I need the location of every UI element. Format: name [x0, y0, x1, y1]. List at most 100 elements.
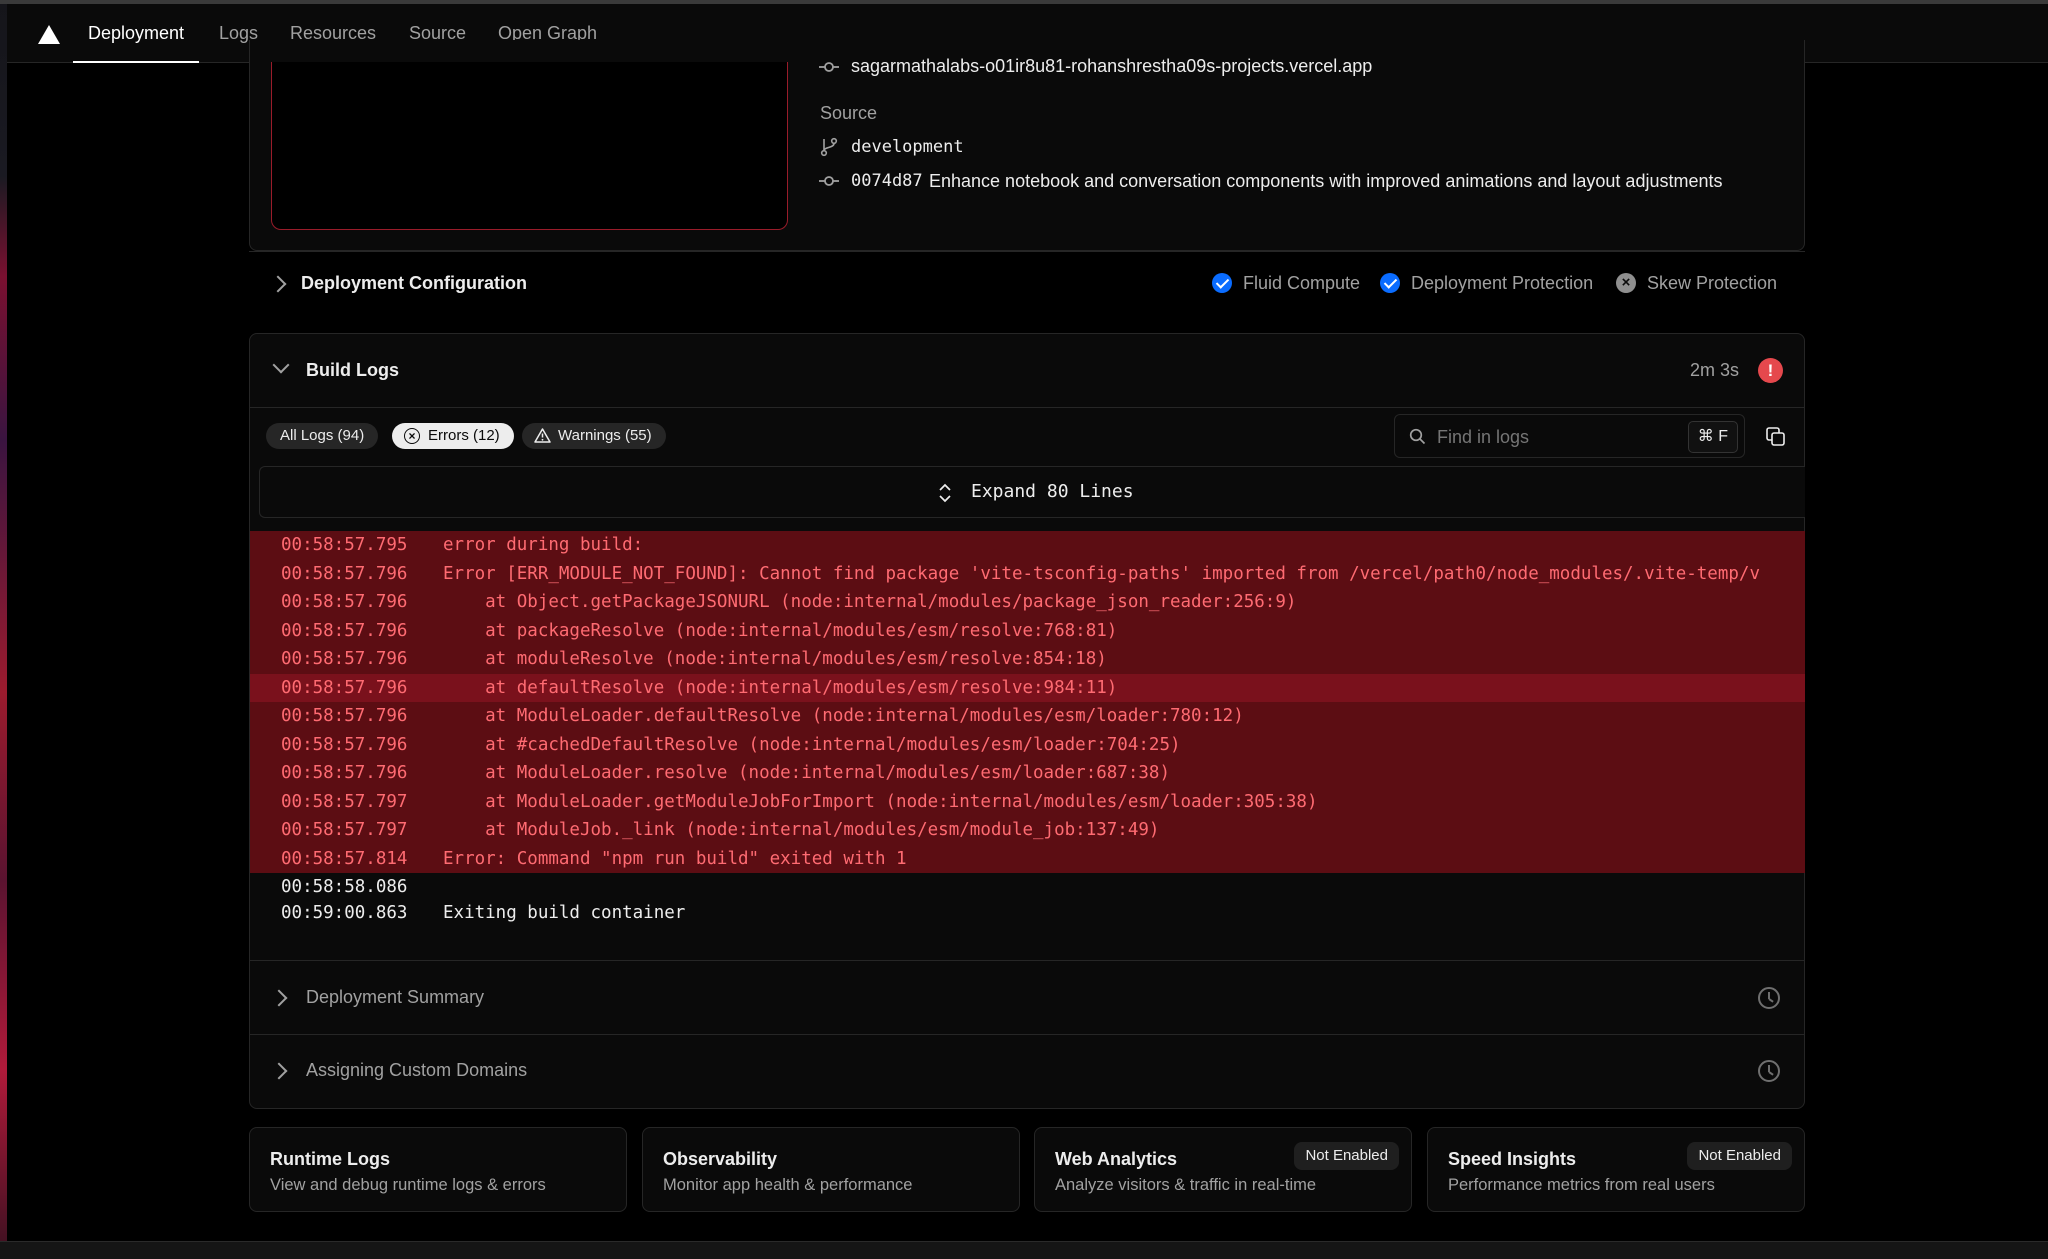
- log-message: at ModuleLoader.getModuleJobForImport (n…: [443, 791, 1318, 812]
- log-message: error during build:: [443, 535, 644, 555]
- runtime-logs-desc: View and debug runtime logs & errors: [270, 1176, 546, 1194]
- build-duration: 2m 3s: [1690, 360, 1740, 380]
- status-badge: Not Enabled: [1294, 1142, 1399, 1170]
- commit-icon: [819, 176, 839, 186]
- log-line[interactable]: 00:58:57.796 at Object.getPackageJSONURL…: [250, 588, 1805, 617]
- log-timestamp: 00:58:57.796: [281, 677, 408, 698]
- log-message: at ModuleLoader.resolve (node:internal/m…: [443, 763, 1170, 783]
- log-line[interactable]: 00:58:57.796 at packageResolve (node:int…: [250, 616, 1805, 645]
- log-message: at Object.getPackageJSONURL (node:intern…: [443, 592, 1297, 612]
- log-message: Error: Command "npm run build" exited wi…: [443, 848, 907, 869]
- log-message: Exiting build container: [443, 903, 686, 923]
- log-line[interactable]: 00:58:57.814 Error: Command "npm run buil…: [250, 844, 1805, 873]
- log-line[interactable]: 00:58:57.796 at moduleResolve (node:inte…: [250, 645, 1805, 674]
- log-timestamp: 00:58:57.796: [281, 734, 408, 755]
- commit-hash[interactable]: 0074d87: [851, 171, 923, 191]
- observability-desc: Monitor app health & performance: [663, 1176, 913, 1194]
- log-timestamp: 00:58:57.797: [281, 820, 408, 840]
- runtime-logs-card[interactable]: Runtime Logs View and debug runtime logs…: [249, 1127, 627, 1212]
- filter-warnings-label: Warnings (55): [558, 427, 652, 444]
- web-analytics-title: Web Analytics: [1055, 1149, 1178, 1169]
- log-line[interactable]: 00:58:57.796 Error [ERR_MODULE_NOT_FOUND]…: [250, 559, 1805, 588]
- log-message: at #cachedDefaultResolve (node:internal/…: [443, 734, 1181, 755]
- feature-deployment-protection: Deployment Protection: [1411, 273, 1594, 293]
- observability-card[interactable]: Observability Monitor app health & perfo…: [642, 1127, 1020, 1212]
- vercel-logo-icon[interactable]: [38, 25, 60, 44]
- assigning-custom-domains-title: Assigning Custom Domains: [306, 1060, 528, 1080]
- commit-icon: [819, 62, 839, 72]
- check-circle-icon: [1212, 273, 1232, 293]
- deployment-configuration-title[interactable]: Deployment Configuration: [301, 273, 527, 294]
- log-timestamp: 00:58:57.796: [281, 563, 408, 584]
- speed-insights-desc: Performance metrics from real users: [1448, 1176, 1715, 1194]
- clock-icon: [1758, 1060, 1780, 1082]
- deployment-summary-row[interactable]: Deployment Summary: [250, 961, 1804, 1034]
- check-circle-icon: [1380, 273, 1400, 293]
- log-message: at ModuleLoader.defaultResolve (node:int…: [443, 706, 1244, 726]
- web-analytics-card[interactable]: Web Analytics Analyze visitors & traffic…: [1034, 1127, 1412, 1212]
- filter-errors-label: Errors (12): [428, 427, 500, 444]
- log-line[interactable]: 00:58:57.797 at ModuleLoader.getModuleJo…: [250, 787, 1805, 816]
- x-circle-icon: ×: [1616, 273, 1636, 293]
- x-circle-icon: ×: [404, 428, 420, 444]
- build-log-output: 00:58:57.795 error during build: 00:58:57.…: [250, 531, 1805, 951]
- web-analytics-desc: Analyze visitors & traffic in real-time: [1055, 1176, 1317, 1194]
- git-branch-icon: [820, 137, 838, 157]
- expand-lines-button[interactable]: Expand 80 Lines: [259, 466, 1805, 518]
- assigning-custom-domains-row[interactable]: Assigning Custom Domains: [250, 1035, 1804, 1108]
- chevron-right-icon: [270, 989, 288, 1007]
- feature-fluid-compute: Fluid Compute: [1243, 273, 1361, 293]
- log-timestamp: 00:58:57.796: [281, 763, 408, 783]
- log-line[interactable]: 00:59:00.863 Exiting build container: [250, 899, 1805, 930]
- divider: [250, 407, 1804, 408]
- log-message: at defaultResolve (node:internal/modules…: [443, 677, 1118, 698]
- deployment-domain-link[interactable]: sagarmathalabs-o01ir8u81-rohanshrestha09…: [851, 56, 1372, 77]
- log-line[interactable]: 00:58:57.796 at #cachedDefaultResolve (n…: [250, 730, 1805, 759]
- log-message: Error [ERR_MODULE_NOT_FOUND]: Cannot fin…: [443, 563, 1760, 584]
- error-status-icon: !: [1758, 358, 1783, 383]
- log-line[interactable]: 00:58:57.797 at ModuleJob._link (node:in…: [250, 816, 1805, 845]
- status-badge: Not Enabled: [1687, 1142, 1792, 1170]
- search-icon: [1409, 428, 1426, 445]
- window-edge: [0, 0, 7, 1258]
- log-line[interactable]: 00:58:57.796 at defaultResolve (node:int…: [250, 673, 1805, 702]
- log-search-input[interactable]: [1435, 423, 1679, 451]
- log-timestamp: 00:58:57.796: [281, 592, 408, 612]
- build-logs-title[interactable]: Build Logs: [306, 360, 399, 381]
- log-timestamp: 00:59:00.863: [281, 903, 408, 923]
- log-timestamp: 00:58:57.795: [281, 535, 408, 555]
- tab-deployment[interactable]: Deployment: [72, 4, 200, 63]
- branch-name[interactable]: development: [851, 137, 964, 157]
- log-timestamp: 00:58:58.086: [281, 877, 408, 897]
- log-timestamp: 00:58:57.797: [281, 791, 408, 812]
- log-line[interactable]: 00:58:58.086: [250, 873, 1805, 899]
- log-timestamp: 00:58:57.814: [281, 848, 408, 869]
- expand-icon: [939, 483, 951, 503]
- log-timestamp: 00:58:57.796: [281, 649, 408, 669]
- feature-skew-protection: Skew Protection: [1647, 273, 1778, 293]
- window-bottom-bar: [0, 1241, 2048, 1259]
- log-timestamp: 00:58:57.796: [281, 706, 408, 726]
- filter-errors[interactable]: × Errors (12): [392, 423, 514, 449]
- log-line[interactable]: 00:58:57.795 error during build:: [250, 531, 1805, 560]
- clock-icon: [1758, 987, 1780, 1009]
- speed-insights-card[interactable]: Speed Insights Performance metrics from …: [1427, 1127, 1805, 1212]
- log-search-box[interactable]: ⌘ F: [1394, 414, 1745, 458]
- filter-all-logs[interactable]: All Logs (94): [266, 423, 379, 449]
- runtime-logs-title: Runtime Logs: [270, 1149, 390, 1169]
- chevron-right-icon: [270, 1062, 288, 1080]
- filter-warnings[interactable]: Warnings (55): [522, 423, 666, 449]
- source-heading: Source: [820, 103, 878, 123]
- log-line[interactable]: 00:58:57.796 at ModuleLoader.defaultReso…: [250, 702, 1805, 731]
- deployment-preview[interactable]: [271, 62, 788, 230]
- shortcut-hint: ⌘ F: [1687, 421, 1738, 453]
- log-message: at moduleResolve (node:internal/modules/…: [443, 649, 1107, 669]
- deployment-summary-title: Deployment Summary: [306, 987, 485, 1007]
- observability-title: Observability: [663, 1149, 778, 1169]
- warning-icon: [534, 428, 551, 443]
- log-message: at ModuleJob._link (node:internal/module…: [443, 820, 1160, 840]
- log-line[interactable]: 00:58:57.796 at ModuleLoader.resolve (no…: [250, 759, 1805, 788]
- speed-insights-title: Speed Insights: [1448, 1149, 1577, 1169]
- copy-icon[interactable]: [1766, 427, 1785, 446]
- log-message: at packageResolve (node:internal/modules…: [443, 620, 1118, 641]
